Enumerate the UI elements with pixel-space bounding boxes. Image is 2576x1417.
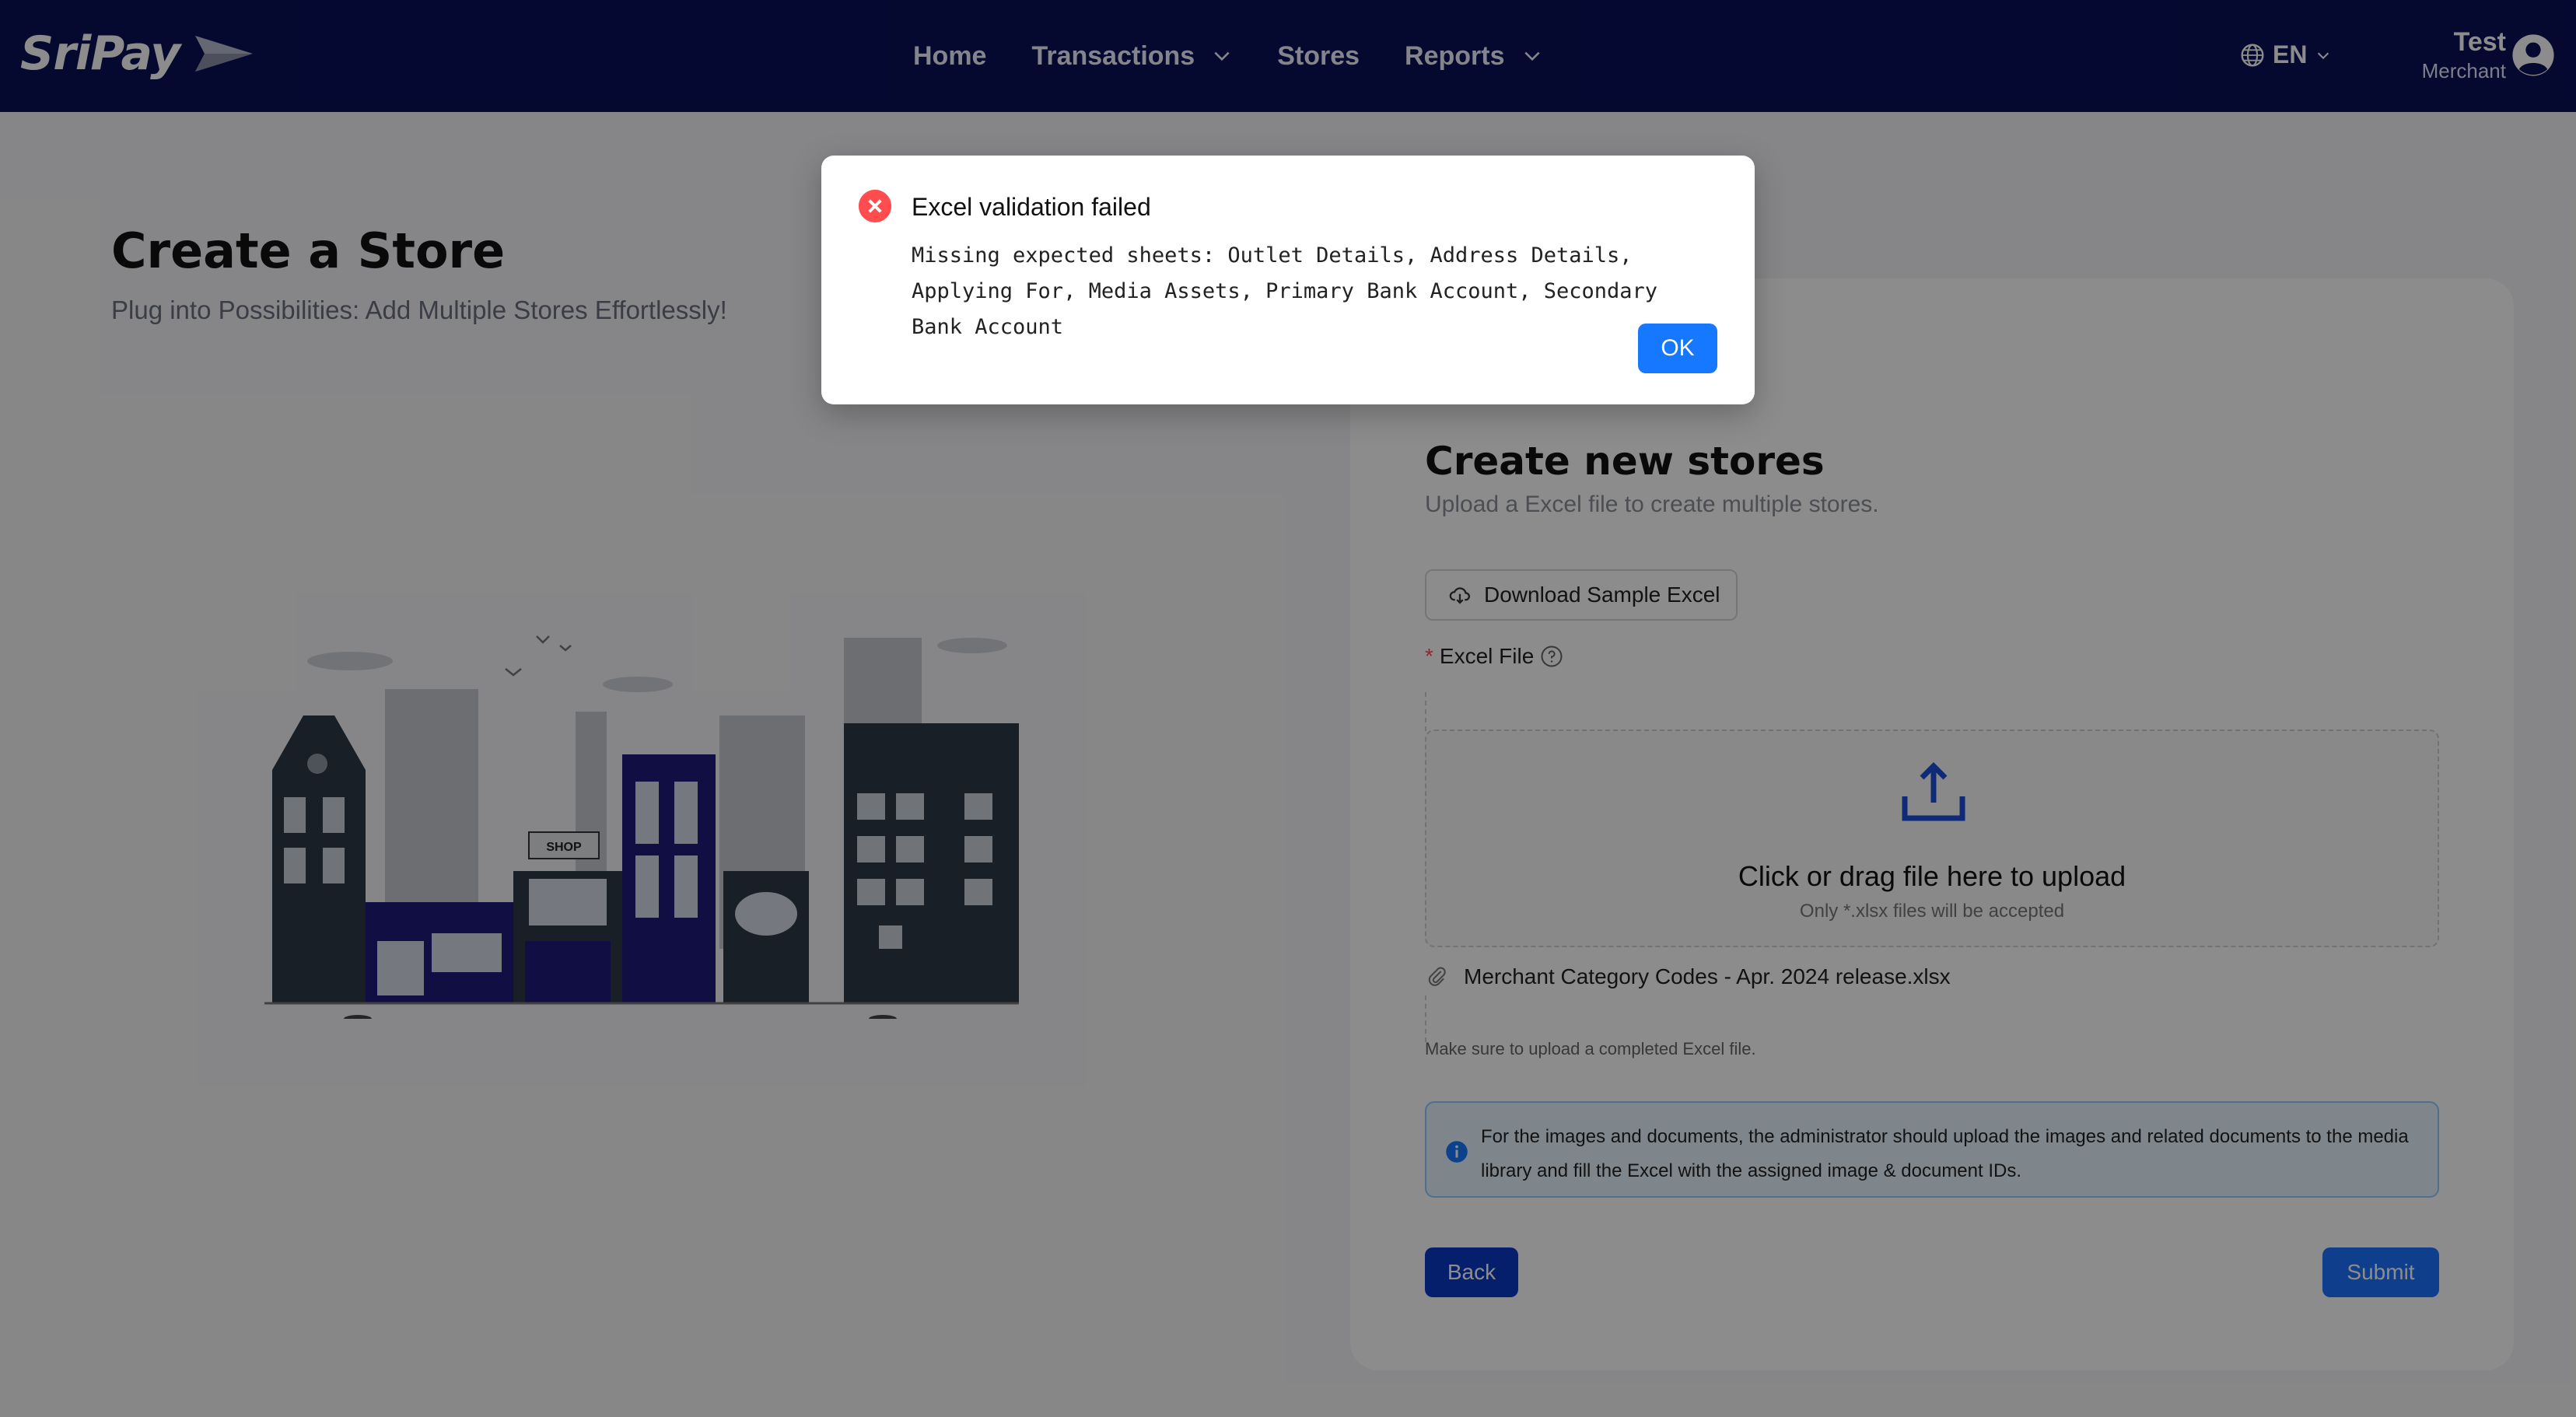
modal-title: Excel validation failed [912,193,1151,221]
modal-message: Missing expected sheets: Outlet Details,… [912,243,1658,339]
modal-ok-button[interactable]: OK [1638,324,1717,373]
error-modal: Excel validation failed Missing expected… [821,156,1755,404]
error-circle-icon [858,189,892,223]
